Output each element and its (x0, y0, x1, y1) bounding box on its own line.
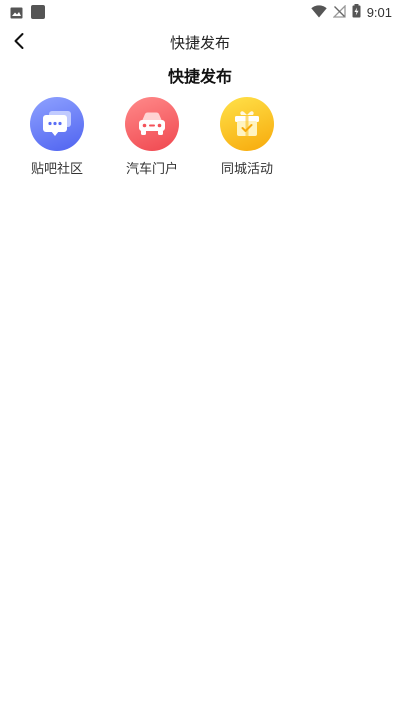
section-title: 快捷发布 (167, 67, 232, 86)
publish-item-forum[interactable]: 贴吧社区 (17, 97, 97, 177)
page-title: 快捷发布 (169, 34, 230, 52)
app-square-icon (31, 4, 45, 23)
publish-item-label: 汽车门户 (125, 162, 178, 177)
gift-box-icon (220, 97, 274, 151)
status-time: 9:01 (366, 5, 392, 20)
status-bar: 9:01 (0, 0, 400, 24)
no-signal-icon (332, 3, 346, 22)
publish-item-car-portal[interactable]: 汽车门户 (112, 97, 192, 177)
car-icon (125, 97, 179, 151)
chat-bubble-icon (30, 97, 84, 151)
publish-item-label: 贴吧社区 (30, 162, 83, 177)
battery-icon (352, 3, 361, 22)
image-icon (10, 4, 23, 23)
publish-item-local-events[interactable]: 同城活动 (207, 97, 287, 177)
publish-item-label: 同城活动 (220, 162, 273, 177)
wifi-icon (310, 3, 327, 22)
nav-bar: 快捷发布 (0, 24, 400, 58)
